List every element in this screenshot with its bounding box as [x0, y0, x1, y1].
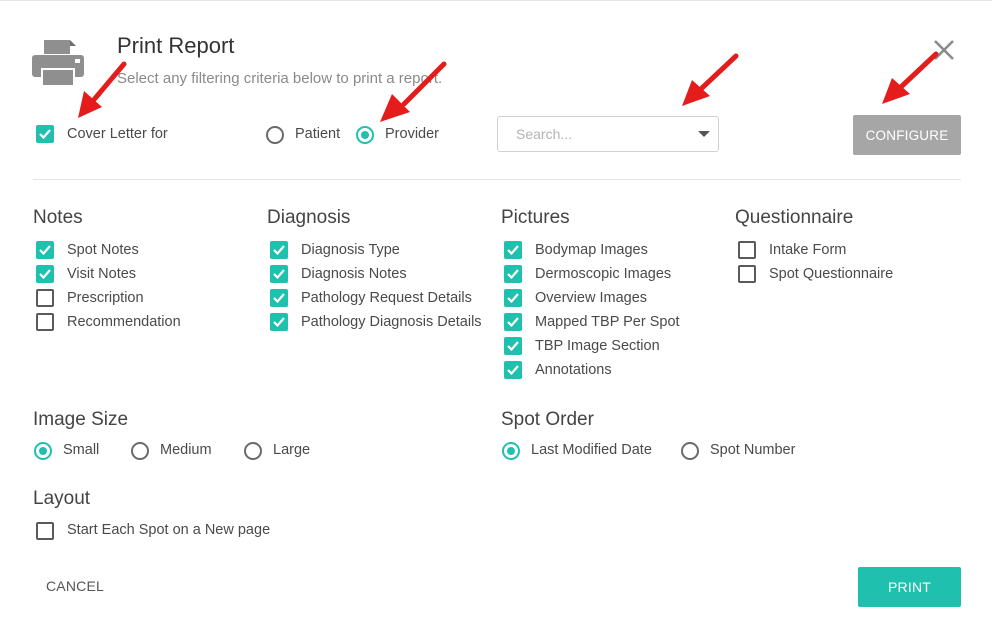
intake-form-checkbox[interactable] — [738, 241, 756, 259]
patient-radio-label: Patient — [295, 126, 341, 142]
image-size-medium-radio[interactable] — [131, 442, 149, 460]
layout-section-title: Layout — [33, 488, 91, 509]
recommendation-checkbox[interactable] — [36, 313, 54, 331]
diagnosis-type-label: Diagnosis Type — [301, 242, 400, 258]
bodymap-images-checkbox[interactable] — [504, 241, 522, 259]
provider-radio-label: Provider — [385, 126, 439, 142]
dermoscopic-images-checkbox[interactable] — [504, 265, 522, 283]
cover-letter-label: Cover Letter for — [67, 126, 168, 142]
pathology-request-details-checkbox[interactable] — [270, 289, 288, 307]
diagnosis-section-title: Diagnosis — [267, 207, 351, 228]
chevron-down-icon[interactable] — [698, 131, 710, 137]
tbp-image-section-label: TBP Image Section — [535, 338, 660, 354]
questionnaire-section-title: Questionnaire — [735, 207, 854, 228]
prescription-label: Prescription — [67, 290, 144, 306]
spot-questionnaire-label: Spot Questionnaire — [769, 266, 894, 282]
start-each-spot-new-page-checkbox[interactable] — [36, 522, 54, 540]
search-placeholder: Search... — [516, 126, 573, 142]
provider-radio[interactable] — [356, 126, 374, 144]
cancel-button[interactable]: CANCEL — [33, 568, 117, 604]
mapped-tbp-per-spot-label: Mapped TBP Per Spot — [535, 314, 680, 330]
pathology-diagnosis-details-checkbox[interactable] — [270, 313, 288, 331]
bodymap-images-label: Bodymap Images — [535, 242, 648, 258]
image-size-section-title: Image Size — [33, 409, 129, 430]
diagnosis-notes-label: Diagnosis Notes — [301, 266, 407, 282]
last-modified-date-radio[interactable] — [502, 442, 520, 460]
overview-images-label: Overview Images — [535, 290, 648, 306]
spot-notes-label: Spot Notes — [67, 242, 139, 258]
patient-radio[interactable] — [266, 126, 284, 144]
prescription-checkbox[interactable] — [36, 289, 54, 307]
annotations-label: Annotations — [535, 362, 612, 378]
notes-section-title: Notes — [33, 207, 83, 228]
image-size-small-label: Small — [63, 442, 100, 458]
tbp-image-section-checkbox[interactable] — [504, 337, 522, 355]
image-size-large-label: Large — [273, 442, 311, 458]
intake-form-label: Intake Form — [769, 242, 847, 258]
diagnosis-type-checkbox[interactable] — [270, 241, 288, 259]
annotation-arrow-icon — [882, 51, 939, 104]
annotation-arrow-icon — [682, 53, 739, 106]
start-each-spot-new-page-label: Start Each Spot on a New page — [67, 522, 271, 538]
pathology-request-details-label: Pathology Request Details — [301, 290, 472, 306]
visit-notes-checkbox[interactable] — [36, 265, 54, 283]
window-top-edge — [0, 0, 992, 1]
dermoscopic-images-label: Dermoscopic Images — [535, 266, 672, 282]
print-button[interactable]: PRINT — [858, 567, 961, 607]
annotation-arrow-icon — [78, 61, 127, 118]
visit-notes-label: Visit Notes — [67, 266, 137, 282]
dialog-title: Print Report — [117, 33, 235, 58]
section-divider — [33, 179, 961, 180]
recommendation-label: Recommendation — [67, 314, 181, 330]
image-size-small-radio[interactable] — [34, 442, 52, 460]
annotations-checkbox[interactable] — [504, 361, 522, 379]
mapped-tbp-per-spot-checkbox[interactable] — [504, 313, 522, 331]
cover-letter-checkbox[interactable] — [36, 125, 54, 143]
configure-button[interactable]: CONFIGURE — [853, 115, 961, 155]
pathology-diagnosis-details-label: Pathology Diagnosis Details — [301, 314, 482, 330]
image-size-medium-label: Medium — [160, 442, 212, 458]
last-modified-date-label: Last Modified Date — [531, 442, 652, 458]
diagnosis-notes-checkbox[interactable] — [270, 265, 288, 283]
overview-images-checkbox[interactable] — [504, 289, 522, 307]
pictures-section-title: Pictures — [501, 207, 570, 228]
image-size-large-radio[interactable] — [244, 442, 262, 460]
spot-questionnaire-checkbox[interactable] — [738, 265, 756, 283]
spot-order-section-title: Spot Order — [501, 409, 594, 430]
spot-number-radio[interactable] — [681, 442, 699, 460]
annotation-arrow-icon — [380, 61, 447, 122]
spot-notes-checkbox[interactable] — [36, 241, 54, 259]
spot-number-label: Spot Number — [710, 442, 796, 458]
